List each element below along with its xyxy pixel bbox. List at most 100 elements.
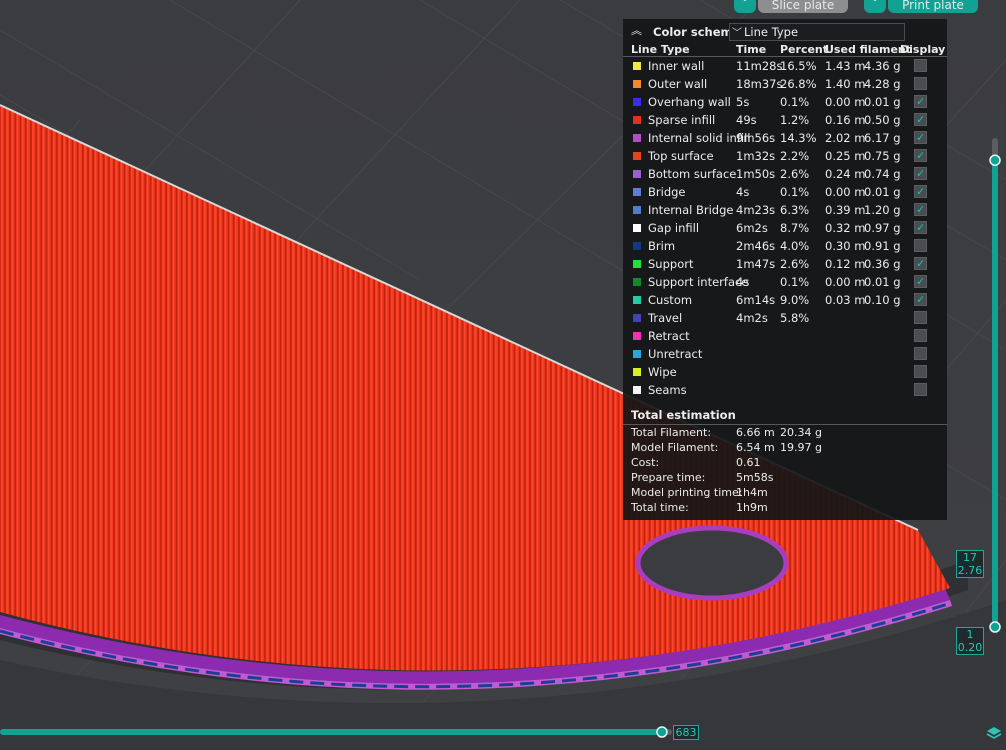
line-type-percent: 4.0% xyxy=(780,239,810,253)
line-type-length: 0.12 m xyxy=(825,257,866,271)
line-type-weight: 0.75 g xyxy=(864,149,901,163)
color-swatch xyxy=(633,206,641,214)
collapse-icon[interactable]: ︽ xyxy=(631,25,645,39)
display-checkbox[interactable] xyxy=(914,111,927,129)
line-type-name: Wipe xyxy=(648,365,677,379)
layers-icon[interactable] xyxy=(986,725,1002,741)
line-type-row: Support interface 4s 0.1% 0.00 m 0.01 g xyxy=(623,273,947,291)
line-type-row: Sparse infill 49s 1.2% 0.16 m 0.50 g xyxy=(623,111,947,129)
line-type-row: Travel 4m2s 5.8% xyxy=(623,309,947,327)
line-type-name: Unretract xyxy=(648,347,703,361)
display-checkbox[interactable] xyxy=(914,201,927,219)
display-checkbox[interactable] xyxy=(914,329,927,342)
display-checkbox[interactable] xyxy=(914,183,927,201)
line-type-percent: 0.1% xyxy=(780,275,810,289)
color-swatch xyxy=(633,296,641,304)
slice-plate-label: Slice plate xyxy=(771,0,835,12)
line-type-weight: 0.01 g xyxy=(864,185,901,199)
color-swatch xyxy=(633,278,641,286)
line-type-time: 18m37s xyxy=(736,77,783,91)
display-checkbox[interactable] xyxy=(914,383,927,396)
display-checkbox[interactable] xyxy=(914,365,927,378)
line-type-time: 11m28s xyxy=(736,59,783,73)
color-swatch xyxy=(633,242,641,250)
bottom-layer-tag: 1 0.20 xyxy=(956,627,984,655)
line-type-weight: 0.91 g xyxy=(864,239,901,253)
print-plate-button[interactable]: Print plate xyxy=(888,0,978,13)
display-checkbox[interactable] xyxy=(914,255,927,273)
color-swatch xyxy=(633,188,641,196)
display-checkbox[interactable] xyxy=(914,219,927,237)
line-type-row: Bridge 4s 0.1% 0.00 m 0.01 g xyxy=(623,183,947,201)
layer-slider-bottom-handle[interactable] xyxy=(989,621,1001,633)
line-type-percent: 9.0% xyxy=(780,293,810,307)
header-display: Display xyxy=(900,43,946,56)
line-type-name: Seams xyxy=(648,383,687,397)
header-used-filament: Used filament xyxy=(825,43,912,56)
line-type-weight: 4.36 g xyxy=(864,59,901,73)
line-type-weight: 0.74 g xyxy=(864,167,901,181)
color-swatch xyxy=(633,80,641,88)
total-estimation-row: Prepare time: 5m58s xyxy=(623,470,947,485)
display-checkbox[interactable] xyxy=(914,239,927,252)
display-checkbox[interactable] xyxy=(914,77,927,90)
move-slider-handle[interactable] xyxy=(656,726,668,738)
line-type-name: Retract xyxy=(648,329,690,343)
3d-viewport[interactable]: ﹀ Slice plate ﹀ Print plate ︽ Color sche… xyxy=(0,0,1006,750)
layer-slider-top-handle[interactable] xyxy=(989,154,1001,166)
slice-plate-button[interactable]: Slice plate xyxy=(758,0,848,13)
line-type-name: Gap infill xyxy=(648,221,700,235)
line-type-length: 0.03 m xyxy=(825,293,866,307)
line-type-row: Gap infill 6m2s 8.7% 0.32 m 0.97 g xyxy=(623,219,947,237)
display-checkbox[interactable] xyxy=(914,291,927,309)
line-type-weight: 0.10 g xyxy=(864,293,901,307)
line-type-time: 1m32s xyxy=(736,149,776,163)
move-slider-fill xyxy=(0,729,662,735)
top-layer-tag: 17 2.76 xyxy=(956,550,984,578)
display-checkbox[interactable] xyxy=(914,147,927,165)
total-label: Prepare time: xyxy=(631,471,706,484)
display-checkbox[interactable] xyxy=(914,129,927,147)
display-checkbox[interactable] xyxy=(914,273,927,291)
slice-options-chevron[interactable]: ﹀ xyxy=(734,0,756,13)
line-type-name: Support xyxy=(648,257,694,271)
total-estimation-row: Model printing time: 1h4m xyxy=(623,485,947,500)
line-type-percent: 26.8% xyxy=(780,77,817,91)
layer-slider[interactable] xyxy=(986,130,1004,640)
display-checkbox[interactable] xyxy=(914,311,927,324)
line-type-name: Custom xyxy=(648,293,693,307)
line-type-name: Bottom surface xyxy=(648,167,737,181)
color-swatch xyxy=(633,314,641,322)
line-type-row: Brim 2m46s 4.0% 0.30 m 0.91 g xyxy=(623,237,947,255)
display-checkbox[interactable] xyxy=(914,59,927,72)
move-slider[interactable] xyxy=(0,724,672,740)
color-swatch xyxy=(633,350,641,358)
line-type-percent: 1.2% xyxy=(780,113,810,127)
print-options-chevron[interactable]: ﹀ xyxy=(864,0,886,13)
line-type-time: 1m47s xyxy=(736,257,776,271)
total-label: Model Filament: xyxy=(631,441,719,454)
line-type-row: Custom 6m14s 9.0% 0.03 m 0.10 g xyxy=(623,291,947,309)
line-type-percent: 0.1% xyxy=(780,95,810,109)
display-checkbox[interactable] xyxy=(914,165,927,183)
total-value-primary: 6.66 m xyxy=(736,426,775,439)
line-type-weight: 4.28 g xyxy=(864,77,901,91)
line-type-length: 1.43 m xyxy=(825,59,866,73)
display-checkbox[interactable] xyxy=(914,93,927,111)
line-type-row: Inner wall 11m28s 16.5% 1.43 m 4.36 g xyxy=(623,57,947,75)
bottom-layer-number: 1 xyxy=(966,628,974,641)
color-swatch xyxy=(633,62,641,70)
line-type-time: 6m14s xyxy=(736,293,776,307)
line-type-length: 0.00 m xyxy=(825,185,866,199)
header-line-type: Line Type xyxy=(631,43,690,56)
color-swatch xyxy=(633,116,641,124)
header-time: Time xyxy=(736,43,767,56)
print-plate-label: Print plate xyxy=(902,0,964,12)
line-type-time: 4m2s xyxy=(736,311,768,325)
line-type-name: Sparse infill xyxy=(648,113,716,127)
line-type-time: 1m50s xyxy=(736,167,776,181)
color-scheme-select[interactable]: ﹀ Line Type xyxy=(729,23,905,41)
display-checkbox[interactable] xyxy=(914,347,927,360)
line-type-name: Support interface xyxy=(648,275,749,289)
total-label: Model printing time: xyxy=(631,486,743,499)
